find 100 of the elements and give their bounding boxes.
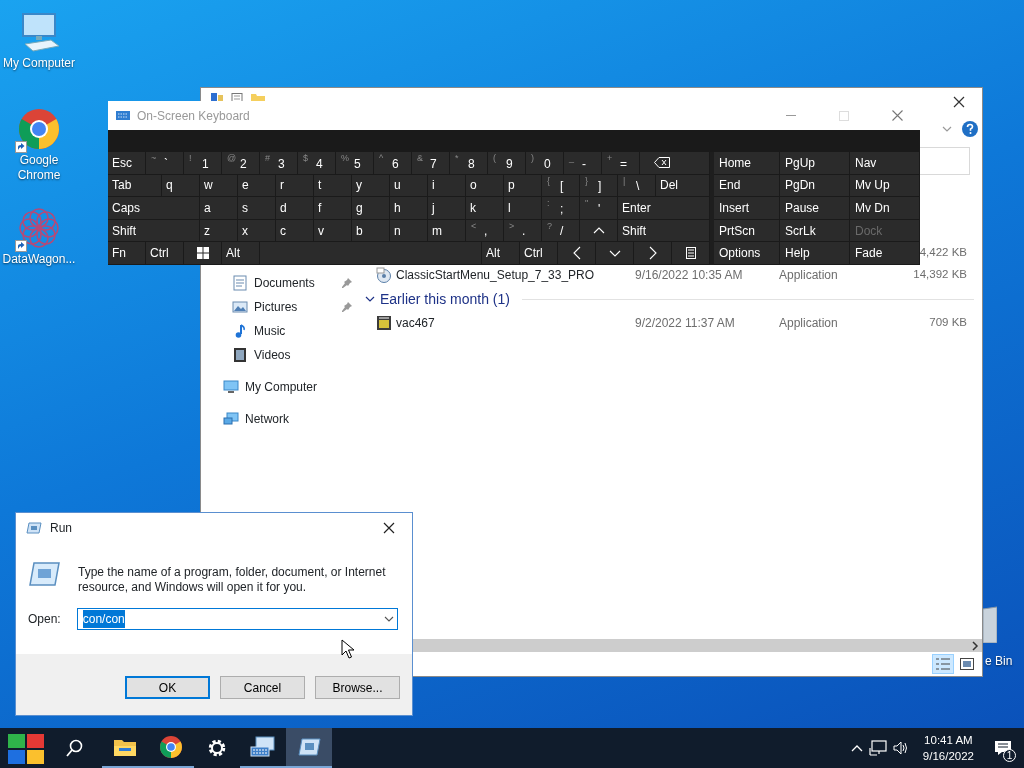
keyboard-key[interactable]: Ctrl xyxy=(146,242,184,265)
keyboard-key[interactable]: z xyxy=(200,219,238,243)
keyboard-key[interactable]: Mv Up xyxy=(850,174,920,198)
keyboard-key[interactable] xyxy=(640,152,710,175)
keyboard-key[interactable] xyxy=(672,242,710,265)
keyboard-key[interactable]: y xyxy=(352,174,390,198)
keyboard-key[interactable]: @ 2 xyxy=(222,152,260,175)
dialog-button[interactable]: Browse... xyxy=(315,676,400,699)
keyboard-key[interactable]: Mv Dn xyxy=(850,197,920,220)
keyboard-key[interactable]: Nav xyxy=(850,152,920,175)
keyboard-key[interactable]: q xyxy=(162,174,200,198)
keyboard-key[interactable]: Del xyxy=(656,174,710,198)
keyboard-key[interactable]: Ctrl xyxy=(520,242,558,265)
keyboard-key[interactable]: | \ xyxy=(618,174,656,198)
keyboard-key[interactable]: Esc xyxy=(108,152,146,175)
keyboard-key[interactable]: Shift xyxy=(108,219,200,243)
nav-item[interactable]: Music xyxy=(201,319,356,343)
chevron-down-icon[interactable] xyxy=(384,616,394,622)
keyboard-key[interactable]: ^ 6 xyxy=(374,152,412,175)
keyboard-key[interactable]: g xyxy=(352,197,390,220)
keyboard-key[interactable]: l xyxy=(504,197,542,220)
nav-item[interactable]: Videos xyxy=(201,343,356,367)
volume-icon[interactable] xyxy=(892,741,909,755)
help-icon[interactable] xyxy=(962,120,978,137)
keyboard-key[interactable]: & 7 xyxy=(412,152,450,175)
keyboard-key[interactable]: Pause xyxy=(780,197,850,220)
nav-item[interactable]: Pictures xyxy=(201,295,356,319)
chevron-right-icon[interactable] xyxy=(971,640,979,651)
keyboard-key[interactable]: Home xyxy=(714,152,780,175)
keyboard-key[interactable]: { [ xyxy=(542,174,580,198)
dialog-button[interactable]: Cancel xyxy=(220,676,305,699)
keyboard-key[interactable]: i xyxy=(428,174,466,198)
keyboard-key[interactable]: Fn xyxy=(108,242,146,265)
keyboard-key[interactable]: m xyxy=(428,219,466,243)
keyboard-key[interactable]: b xyxy=(352,219,390,243)
keyboard-key[interactable]: u xyxy=(390,174,428,198)
keyboard-key[interactable]: Enter xyxy=(618,197,710,220)
keyboard-key[interactable] xyxy=(184,242,222,265)
nav-item[interactable]: My Computer xyxy=(201,375,356,399)
keyboard-key[interactable]: Shift xyxy=(618,219,710,243)
keyboard-key[interactable]: Insert xyxy=(714,197,780,220)
keyboard-key[interactable]: k xyxy=(466,197,504,220)
keyboard-key[interactable]: x xyxy=(238,219,276,243)
clock[interactable]: 10:41 AM 9/16/2022 xyxy=(914,732,982,764)
keyboard-key[interactable]: _ - xyxy=(564,152,602,175)
keyboard-key[interactable]: PgUp xyxy=(780,152,850,175)
taskbar-item[interactable] xyxy=(286,728,332,768)
dialog-button[interactable]: OK xyxy=(125,676,210,699)
keyboard-key[interactable]: ! 1 xyxy=(184,152,222,175)
notification-button[interactable]: 1 xyxy=(988,728,1018,768)
keyboard-key[interactable]: Options xyxy=(714,242,780,265)
keyboard-key[interactable]: j xyxy=(428,197,466,220)
keyboard-key[interactable]: Fade xyxy=(850,242,920,265)
file-name[interactable]: ClassicStartMenu_Setup_7_33_PRO xyxy=(396,266,595,284)
keyboard-key[interactable]: Help xyxy=(780,242,850,265)
keyboard-key[interactable]: * 8 xyxy=(450,152,488,175)
pin-icon[interactable] xyxy=(342,302,352,312)
file-name[interactable]: vac467 xyxy=(396,314,435,332)
keyboard-key[interactable]: f xyxy=(314,197,352,220)
keyboard-key[interactable]: p xyxy=(504,174,542,198)
keyboard-key[interactable]: < , xyxy=(466,219,504,243)
keyboard-key[interactable]: : ; xyxy=(542,197,580,220)
keyboard-key[interactable]: Alt xyxy=(222,242,260,265)
open-combobox[interactable]: con/con xyxy=(76,608,398,630)
keyboard-key[interactable]: Alt xyxy=(482,242,520,265)
keyboard-key[interactable]: # 3 xyxy=(260,152,298,175)
keyboard-key[interactable]: $ 4 xyxy=(298,152,336,175)
keyboard-key[interactable]: Tab xyxy=(108,174,162,198)
keyboard-key[interactable]: h xyxy=(390,197,428,220)
keyboard-key[interactable]: s xyxy=(238,197,276,220)
keyboard-key[interactable]: n xyxy=(390,219,428,243)
keyboard-key[interactable]: d xyxy=(276,197,314,220)
keyboard-key[interactable]: > . xyxy=(504,219,542,243)
keyboard-key[interactable]: ScrLk xyxy=(780,219,850,243)
keyboard-key[interactable]: w xyxy=(200,174,238,198)
keyboard-key[interactable]: PrtScn xyxy=(714,219,780,243)
keyboard-key[interactable]: PgDn xyxy=(780,174,850,198)
keyboard-key[interactable]: t xyxy=(314,174,352,198)
keyboard-key[interactable]: r xyxy=(276,174,314,198)
chevron-up-icon[interactable] xyxy=(850,744,863,752)
keyboard-key[interactable]: v xyxy=(314,219,352,243)
group-header[interactable]: Earlier this month (1) xyxy=(380,288,510,310)
keyboard-key[interactable]: c xyxy=(276,219,314,243)
keyboard-key[interactable]: o xyxy=(466,174,504,198)
desktop-icon-label[interactable]: DataWagon... xyxy=(1,252,77,267)
keyboard-key[interactable]: ~ ` xyxy=(146,152,184,175)
desktop-icon-label[interactable]: e Bin xyxy=(985,652,1013,670)
keyboard-key[interactable]: % 5 xyxy=(336,152,374,175)
nav-item[interactable]: Documents xyxy=(201,271,356,295)
nav-item[interactable]: Network xyxy=(201,407,356,431)
application-icon[interactable] xyxy=(376,315,392,331)
keyboard-key[interactable]: } ] xyxy=(580,174,618,198)
keyboard-key[interactable]: e xyxy=(238,174,276,198)
keyboard-key[interactable]: ( 9 xyxy=(488,152,526,175)
keyboard-key[interactable]: Caps xyxy=(108,197,200,220)
keyboard-key[interactable]: " ' xyxy=(580,197,618,220)
keyboard-key[interactable]: End xyxy=(714,174,780,198)
keyboard-key[interactable]: + = xyxy=(602,152,640,175)
keyboard-key[interactable]: ) 0 xyxy=(526,152,564,175)
pin-icon[interactable] xyxy=(342,278,352,288)
